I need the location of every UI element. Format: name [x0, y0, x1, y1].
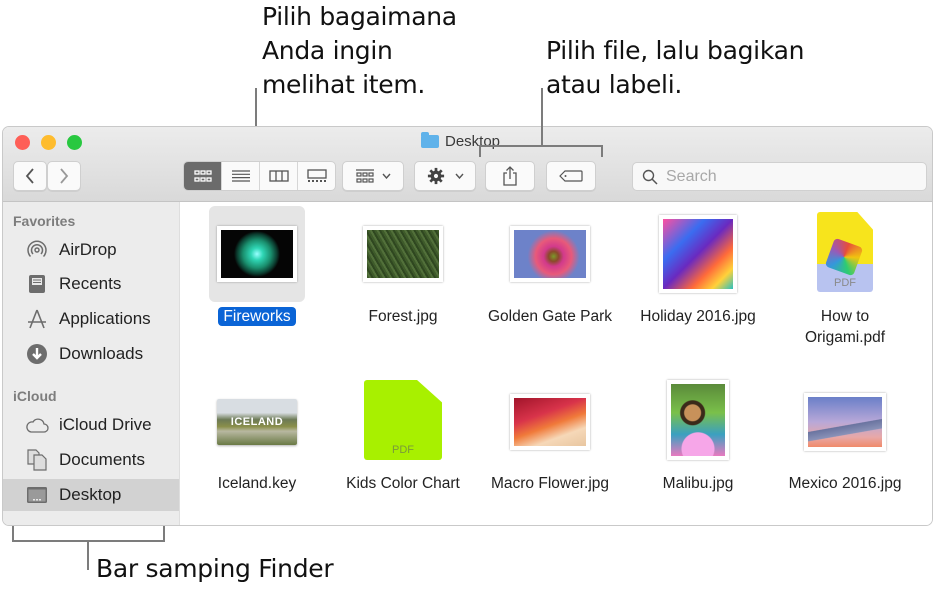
callout-line: Pilih file, lalu bagikan [546, 36, 805, 65]
pdf-badge: PDF [392, 444, 414, 456]
window-title-text: Desktop [445, 133, 501, 150]
icon-view-icon [193, 170, 212, 182]
sidebar-item-recents[interactable]: Recents [3, 268, 179, 300]
forest-thumbnail [363, 226, 443, 282]
sidebar-item-label: Desktop [59, 485, 122, 504]
action-menu-button[interactable] [414, 161, 476, 191]
recents-icon [25, 272, 49, 296]
callout-bracket [479, 145, 603, 147]
cloud-icon [25, 413, 49, 437]
sidebar-heading-icloud: iCloud [13, 388, 57, 404]
origami-pdf-thumbnail: PDF [817, 212, 873, 292]
airdrop-icon [25, 238, 49, 262]
sidebar-item-label: Downloads [59, 344, 144, 363]
file-name: Iceland.key [217, 475, 297, 492]
pdf-badge: PDF [834, 277, 856, 289]
list-view-icon [231, 170, 250, 182]
sidebar-item-downloads[interactable]: Downloads [3, 338, 179, 370]
mexico-2016-thumbnail [804, 393, 886, 451]
tag-icon [559, 170, 583, 182]
file-name: How to Origami.pdf [770, 306, 920, 348]
file-name-line: Origami.pdf [804, 329, 886, 346]
sidebar-item-label: AirDrop [59, 240, 117, 259]
search-field[interactable] [632, 162, 927, 191]
sidebar-item-label: Applications [59, 309, 151, 328]
file-name-text: Fireworks [218, 307, 296, 326]
list-view-button[interactable] [222, 162, 260, 190]
gallery-view-button[interactable] [298, 162, 335, 190]
column-view-icon [268, 170, 289, 182]
fireworks-thumbnail [217, 226, 297, 282]
file-name-line: How to [820, 308, 870, 325]
sidebar-item-icloud-drive[interactable]: iCloud Drive [3, 409, 179, 441]
chevron-left-icon [25, 168, 34, 184]
close-button[interactable] [15, 135, 30, 150]
callout-line: atau labeli. [546, 70, 682, 99]
sidebar: Favorites AirDrop Recents Applications D… [3, 202, 180, 525]
toolbar: Desktop [3, 127, 932, 202]
search-input[interactable] [664, 166, 908, 187]
sidebar-item-desktop[interactable]: Desktop [3, 479, 179, 511]
callout-sidebar: Bar samping Finder [96, 554, 334, 583]
kids-color-chart-pdf-icon: PDF [364, 380, 442, 460]
callout-line: melihat item. [262, 70, 426, 99]
downloads-icon [25, 342, 49, 366]
file-name: Kids Color Chart [346, 475, 460, 492]
sidebar-item-label: Documents [59, 450, 145, 469]
zoom-button[interactable] [67, 135, 82, 150]
tag-button[interactable] [546, 161, 596, 191]
file-name: Macro Flower.jpg [490, 475, 609, 492]
file-name: Mexico 2016.jpg [788, 475, 902, 492]
gallery-view-icon [306, 169, 327, 182]
file-name: Malibu.jpg [662, 475, 734, 492]
callout-bracket [479, 145, 481, 157]
sidebar-item-documents[interactable]: Documents [3, 444, 179, 476]
chevron-down-icon [454, 173, 464, 179]
applications-icon [25, 307, 49, 331]
sidebar-item-airdrop[interactable]: AirDrop [3, 234, 179, 266]
callout-view-options: Pilih bagaimana Anda ingin melihat item. [262, 0, 457, 102]
finder-window: Desktop Search Favorites AirDrop Recents… [2, 126, 933, 526]
documents-icon [25, 448, 49, 472]
icon-view-button[interactable] [184, 162, 222, 190]
iceland-keynote-thumbnail: ICELAND [217, 399, 297, 445]
chevron-right-icon [60, 168, 69, 184]
file-name[interactable]: Fireworks [182, 306, 332, 327]
share-icon [503, 166, 517, 186]
callout-line: Pilih bagaimana [262, 2, 457, 31]
view-mode-control [183, 161, 336, 191]
macro-flower-thumbnail [510, 394, 590, 450]
callout-bracket [601, 145, 603, 157]
malibu-thumbnail [667, 380, 729, 460]
sidebar-item-label: Recents [59, 274, 122, 293]
callout-leader [87, 540, 89, 570]
chevron-down-icon [381, 173, 391, 179]
file-name: Holiday 2016.jpg [640, 308, 756, 325]
sidebar-heading-favorites: Favorites [13, 213, 76, 229]
window-title: Desktop [421, 132, 501, 150]
minimize-button[interactable] [41, 135, 56, 150]
gear-icon [427, 167, 444, 185]
holiday-2016-thumbnail [659, 215, 737, 293]
desktop-icon [25, 483, 49, 507]
group-by-icon [355, 169, 374, 183]
sidebar-item-applications[interactable]: Applications [3, 303, 179, 335]
group-by-button[interactable] [342, 161, 404, 191]
callout-line: Anda ingin [262, 36, 393, 65]
folder-icon [421, 132, 439, 148]
forward-button[interactable] [47, 161, 81, 191]
sidebar-item-label: iCloud Drive [59, 415, 152, 434]
column-view-button[interactable] [260, 162, 298, 190]
search-icon [642, 169, 658, 185]
callout-share-tag: Pilih file, lalu bagikan atau labeli. [546, 34, 804, 102]
share-button[interactable] [485, 161, 535, 191]
file-name: Golden Gate Park [487, 308, 613, 325]
golden-gate-park-thumbnail [510, 226, 590, 282]
callout-leader [541, 88, 543, 146]
iceland-title-text: ICELAND [230, 416, 284, 428]
file-grid: Fireworks Forest.jpg Golden Gate Park Ho… [180, 202, 932, 525]
file-name: Forest.jpg [368, 308, 438, 325]
back-button[interactable] [13, 161, 47, 191]
